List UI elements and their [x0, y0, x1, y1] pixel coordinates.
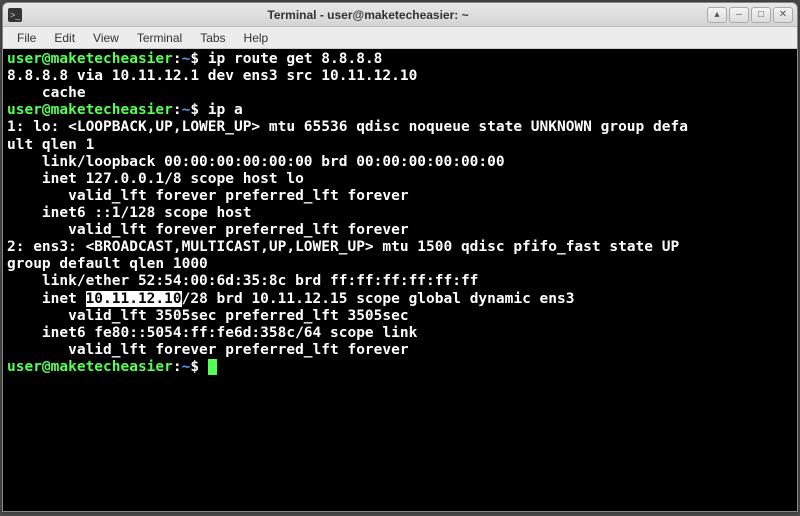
prompt-suffix: $: [190, 359, 207, 375]
svg-text:>_: >_: [10, 10, 21, 20]
prompt-suffix: $: [190, 51, 207, 67]
output-line: ult qlen 1: [7, 137, 94, 153]
prompt-sep: :: [173, 359, 182, 375]
output-line: link/loopback 00:00:00:00:00:00 brd 00:0…: [7, 154, 505, 170]
prompt-userhost: user@maketecheasier: [7, 51, 173, 67]
output-line: inet6 fe80::5054:ff:fe6d:358c/64 scope l…: [7, 325, 417, 341]
close-button[interactable]: ✕: [773, 7, 793, 23]
output-line: 1: lo: <LOOPBACK,UP,LOWER_UP> mtu 65536 …: [7, 119, 688, 135]
prompt-sep: :: [173, 102, 182, 118]
terminal-app-icon: >_: [7, 7, 23, 23]
output-line: inet 127.0.0.1/8 scope host lo: [7, 171, 304, 187]
menu-view[interactable]: View: [85, 29, 127, 47]
terminal-window: >_ Terminal - user@maketecheasier: ~ ▴ –…: [2, 2, 798, 512]
output-line: valid_lft 3505sec preferred_lft 3505sec: [7, 308, 409, 324]
menu-edit[interactable]: Edit: [46, 29, 83, 47]
output-line: /28 brd 10.11.12.15 scope global dynamic…: [182, 291, 575, 307]
window-title: Terminal - user@maketecheasier: ~: [29, 8, 707, 22]
output-line: inet6 ::1/128 scope host: [7, 205, 251, 221]
command-2: ip a: [208, 102, 243, 118]
output-line: 8.8.8.8 via 10.11.12.1 dev ens3 src 10.1…: [7, 68, 417, 84]
output-line: link/ether 52:54:00:6d:35:8c brd ff:ff:f…: [7, 273, 478, 289]
prompt-userhost: user@maketecheasier: [7, 102, 173, 118]
prompt-userhost: user@maketecheasier: [7, 359, 173, 375]
menu-terminal[interactable]: Terminal: [129, 29, 190, 47]
prompt-suffix: $: [190, 102, 207, 118]
command-1: ip route get 8.8.8.8: [208, 51, 383, 67]
titlebar: >_ Terminal - user@maketecheasier: ~ ▴ –…: [3, 3, 797, 27]
minimize-button[interactable]: –: [729, 7, 749, 23]
menu-file[interactable]: File: [9, 29, 44, 47]
output-line: valid_lft forever preferred_lft forever: [7, 342, 409, 358]
menu-help[interactable]: Help: [236, 29, 277, 47]
shade-button[interactable]: ▴: [707, 7, 727, 23]
cursor: [208, 359, 217, 375]
output-line: valid_lft forever preferred_lft forever: [7, 188, 409, 204]
menu-tabs[interactable]: Tabs: [192, 29, 233, 47]
terminal-body[interactable]: user@maketecheasier:~$ ip route get 8.8.…: [3, 49, 797, 511]
menubar: File Edit View Terminal Tabs Help: [3, 27, 797, 49]
selected-ip: 10.11.12.10: [86, 291, 182, 307]
output-line: inet: [7, 291, 86, 307]
output-line: valid_lft forever preferred_lft forever: [7, 222, 409, 238]
window-controls: ▴ – □ ✕: [707, 7, 793, 23]
output-line: cache: [7, 85, 86, 101]
prompt-sep: :: [173, 51, 182, 67]
output-line: group default qlen 1000: [7, 256, 208, 272]
maximize-button[interactable]: □: [751, 7, 771, 23]
output-line: 2: ens3: <BROADCAST,MULTICAST,UP,LOWER_U…: [7, 239, 688, 255]
